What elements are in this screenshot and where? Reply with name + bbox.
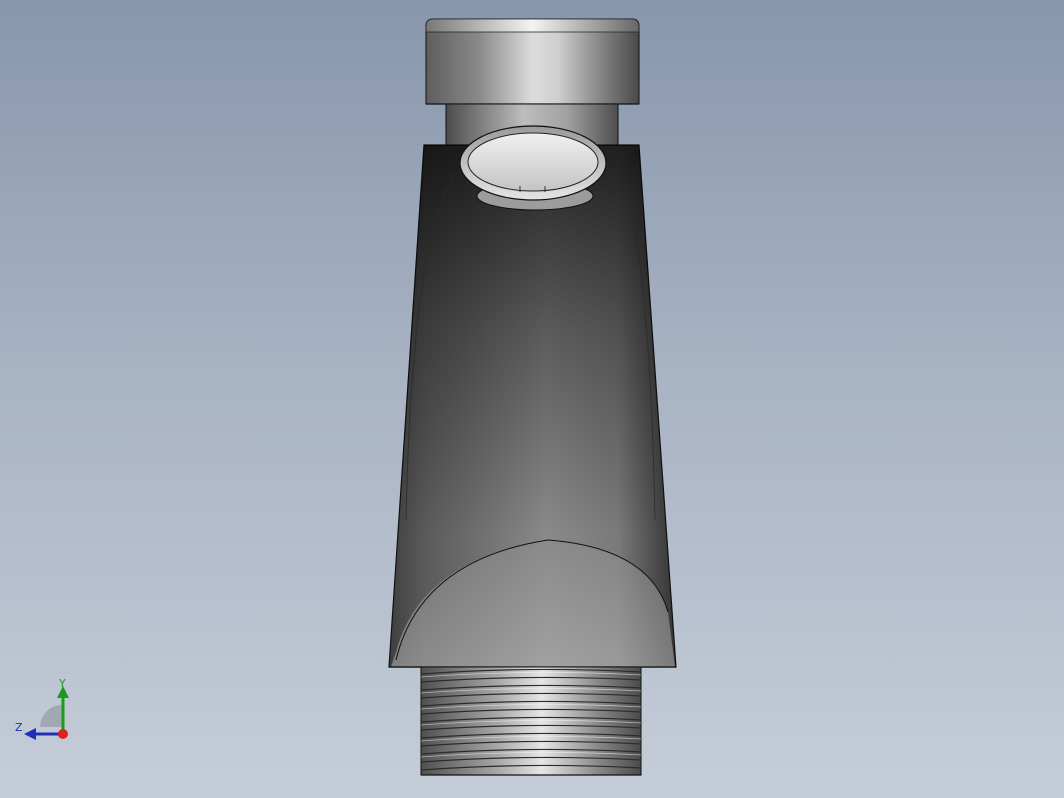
x-axis-dot [58, 729, 68, 739]
threaded-base[interactable] [420, 666, 642, 776]
triad-graphic [24, 686, 69, 740]
reference-triad: Y Z [10, 672, 80, 752]
triad-plane [40, 705, 62, 727]
axis-label-z: Z [15, 721, 23, 734]
z-axis-arrowhead [24, 728, 36, 740]
top-cap[interactable] [425, 18, 640, 105]
graphics-viewport[interactable]: Y Z [0, 0, 1064, 798]
axis-label-y: Y [59, 677, 66, 690]
push-button[interactable] [459, 125, 607, 211]
spout-body[interactable] [388, 144, 677, 668]
model-view[interactable] [0, 0, 1064, 798]
